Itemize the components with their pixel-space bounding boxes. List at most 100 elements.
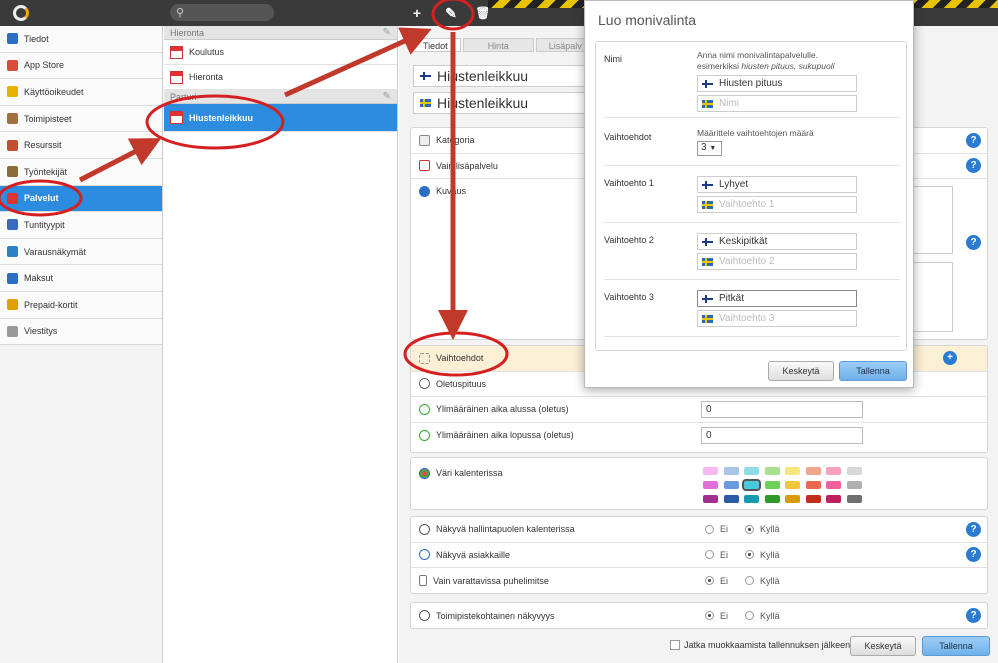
option2-fi-input[interactable]: Keskipitkät <box>697 233 857 250</box>
continue-label: Jatka muokkaamista tallennuksen jälkeen <box>684 640 851 650</box>
option1-fi-input[interactable]: Lyhyet <box>697 176 857 193</box>
radio-dot <box>745 550 754 560</box>
name-hint-examples: hiusten pituus, sukupuoli <box>741 61 835 71</box>
color-swatch[interactable] <box>723 467 739 475</box>
color-swatch[interactable] <box>785 481 800 489</box>
sidebar-item-resurssit[interactable]: Resurssit <box>0 132 162 159</box>
save-button[interactable]: Tallenna <box>922 636 990 656</box>
dialog-cancel-button[interactable]: Keskeytä <box>768 361 834 381</box>
color-swatch[interactable] <box>723 481 739 489</box>
building-icon <box>7 113 18 125</box>
radio-kylla[interactable]: Kyllä <box>745 550 780 560</box>
color-swatch[interactable] <box>764 481 780 489</box>
color-swatch[interactable] <box>742 479 761 491</box>
label: Näkyvä asiakkaille <box>436 549 511 560</box>
options-count-select[interactable]: 3 ▼ <box>697 141 722 156</box>
color-swatch[interactable] <box>826 467 841 475</box>
add-button[interactable]: + <box>408 4 426 22</box>
color-swatch[interactable] <box>805 495 821 503</box>
radio-dot <box>705 611 714 621</box>
group-label: Parturi <box>170 92 197 102</box>
color-swatch[interactable] <box>764 495 780 503</box>
aika-lopussa-input[interactable]: 0 <box>701 426 863 444</box>
color-swatch[interactable] <box>764 467 780 475</box>
radio-ei[interactable]: Ei <box>705 576 728 586</box>
color-swatch[interactable] <box>703 481 718 489</box>
group-header: Parturi ✎ <box>164 90 397 104</box>
color-swatch[interactable] <box>826 481 841 489</box>
color-swatch[interactable] <box>744 495 759 503</box>
search-input[interactable]: ⚲ <box>170 4 274 21</box>
color-swatch[interactable] <box>703 467 718 475</box>
list-item-selected[interactable]: Hiustenleikkuu <box>164 104 397 132</box>
help-icon[interactable]: ? <box>966 547 981 563</box>
clock-icon <box>419 378 430 390</box>
sidebar-item-toimipisteet[interactable]: Toimipisteet <box>0 105 162 133</box>
name-se-value: Hiustenleikkuu <box>437 95 529 111</box>
aika-alussa-input[interactable]: 0 <box>701 400 863 418</box>
color-swatch[interactable] <box>785 467 800 475</box>
cancel-button[interactable]: Keskeytä <box>850 636 916 656</box>
help-icon[interactable]: ? <box>966 132 981 148</box>
color-swatch[interactable] <box>826 495 841 503</box>
radio-label: Kyllä <box>760 610 780 621</box>
tab-tiedot[interactable]: Tiedot <box>410 38 461 52</box>
list-item[interactable]: Koulutus <box>164 40 397 65</box>
pencil-icon[interactable]: ✎ <box>383 26 391 40</box>
row-nakyva-hallinta: Näkyvä hallintapuolen kalenterissa Ei Ky… <box>411 517 987 543</box>
description-textarea-fi[interactable] <box>910 186 953 254</box>
radio-kylla[interactable]: Kyllä <box>745 524 780 534</box>
sidebar-item-ty-ntekij-t[interactable]: Työntekijät <box>0 158 162 186</box>
add-option-icon[interactable]: + <box>943 351 957 366</box>
tab-hinta[interactable]: Hinta <box>462 38 534 52</box>
sidebar-item-varausn-kym-t[interactable]: Varausnäkymät <box>0 238 162 266</box>
name-fi-field[interactable]: Hiustenleikkuu <box>413 65 613 87</box>
sidebar-item-tiedot[interactable]: Tiedot <box>0 26 162 53</box>
help-icon[interactable]: ? <box>966 158 981 174</box>
color-swatch[interactable] <box>703 495 718 503</box>
list-item[interactable]: Hieronta <box>164 65 397 90</box>
name-se-field[interactable]: Hiustenleikkuu <box>413 92 613 114</box>
sidebar-item-prepaid-kortit[interactable]: Prepaid-kortit <box>0 291 162 319</box>
radio-ei[interactable]: Ei <box>705 611 728 621</box>
option2-se-input[interactable]: Vaihtoehto 2 <box>697 253 857 270</box>
sidebar-item-viestitys[interactable]: Viestitys <box>0 318 162 346</box>
radio-ei[interactable]: Ei <box>705 550 728 560</box>
options-row: Vaihtoehdot Määrittele vaihtoehtojen mää… <box>604 118 900 166</box>
sidebar-item-k-ytt-oikeudet[interactable]: Käyttöoikeudet <box>0 79 162 106</box>
radio-kylla[interactable]: Kyllä <box>745 576 780 586</box>
help-icon[interactable]: ? <box>966 608 981 624</box>
field-value: Keskipitkät <box>719 236 768 247</box>
help-icon[interactable]: ? <box>966 521 981 537</box>
option1-se-input[interactable]: Vaihtoehto 1 <box>697 196 857 213</box>
color-swatch[interactable] <box>723 495 739 503</box>
sidebar-item-maksut[interactable]: Maksut <box>0 265 162 292</box>
radio-ei[interactable]: Ei <box>705 524 728 534</box>
color-swatch[interactable] <box>805 467 821 475</box>
sidebar-item-app-store[interactable]: App Store <box>0 52 162 80</box>
color-swatch[interactable] <box>805 481 821 489</box>
name-fi-input[interactable]: Hiusten pituus <box>697 75 857 92</box>
edit-button[interactable]: ✎ <box>442 4 460 22</box>
continue-checkbox[interactable] <box>670 640 680 650</box>
color-swatch[interactable] <box>846 467 862 475</box>
description-textarea-se[interactable] <box>910 262 953 332</box>
option3-se-input[interactable]: Vaihtoehto 3 <box>697 310 857 327</box>
color-swatch[interactable] <box>846 495 862 503</box>
help-icon[interactable]: ? <box>966 235 981 250</box>
sidebar-item-palvelut[interactable]: Palvelut <box>0 185 162 213</box>
color-swatch[interactable] <box>744 467 759 475</box>
list-item-label: Hieronta <box>189 72 224 82</box>
dialog-save-button[interactable]: Tallenna <box>839 361 907 381</box>
option3-fi-input[interactable]: Pitkät <box>697 290 857 307</box>
sidebar-item-label: Maksut <box>24 273 54 284</box>
name-se-input[interactable]: Nimi <box>697 95 857 112</box>
color-swatch[interactable] <box>846 481 862 489</box>
logo-icon[interactable] <box>13 5 29 21</box>
sidebar-item-label: App Store <box>24 60 65 71</box>
radio-kylla[interactable]: Kyllä <box>745 611 780 621</box>
color-swatch[interactable] <box>785 495 800 503</box>
option1-label: Vaihtoehto 1 <box>604 178 654 188</box>
sidebar-item-tuntityypit[interactable]: Tuntityypit <box>0 212 162 239</box>
pencil-icon[interactable]: ✎ <box>383 90 391 104</box>
